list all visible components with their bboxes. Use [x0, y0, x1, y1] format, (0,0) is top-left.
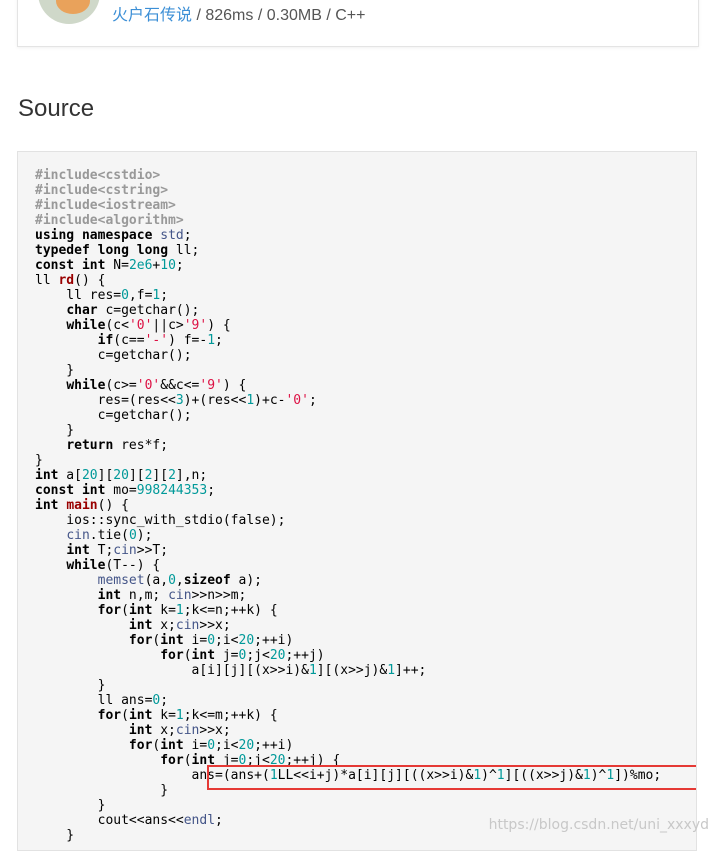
language: C++	[335, 7, 366, 24]
source-heading: Source	[18, 95, 95, 122]
code-line: for(int i=0;i<20;++i)	[128, 738, 294, 753]
watermark: https://blog.csdn.net/uni_xxxyd	[488, 817, 709, 833]
code-line: for(int i=0;i<20;++i)	[128, 633, 294, 648]
code-line: ios::sync_with_stdio(false);	[35, 513, 286, 528]
code-line: for(int k=1;k<=n;++k) {	[97, 603, 278, 618]
code-line: int n,m; cin>>n>>m;	[97, 588, 247, 603]
code-line: int T;cin>>T;	[66, 543, 169, 558]
code-line: memset(a,0,sizeof a);	[97, 573, 263, 588]
code-line: if(c=='-') f=-1;	[97, 333, 223, 348]
code-line: cout<<ans<<endl;	[35, 813, 223, 828]
code-line: while(c<'0'||c>'9') {	[66, 318, 231, 333]
code-line: using namespace std;	[35, 228, 192, 243]
code-line: const int N=2e6+10;	[35, 258, 184, 273]
code-line: cin.tie(0);	[66, 528, 153, 543]
code-line: }	[35, 363, 75, 378]
code-line: return res*f;	[66, 438, 169, 453]
code-line: }	[35, 783, 169, 798]
highlight-box	[207, 765, 696, 790]
code-line: res=(res<<3)+(res<<1)+c-'0';	[35, 393, 317, 408]
code-line: }	[35, 453, 43, 468]
code-line: c=getchar();	[35, 348, 192, 363]
code-line: int main() {	[35, 498, 129, 513]
code-line: }	[35, 678, 106, 693]
code-line: #include<cstdio>	[35, 168, 161, 183]
code-line: for(int j=0;j<20;++j)	[160, 648, 325, 663]
code-line: for(int k=1;k<=m;++k) {	[97, 708, 278, 723]
code-line: #include<cstring>	[35, 183, 169, 198]
code-line: int a[20][20][2][2],n;	[35, 468, 208, 483]
code-line: while(T--) {	[66, 558, 161, 573]
source-code: #include<cstdio> #include<cstring> #incl…	[35, 168, 661, 843]
meta-separator: /	[253, 7, 267, 24]
code-line: }	[35, 798, 106, 813]
code-line: int x;cin>>x;	[128, 618, 231, 633]
submission-meta: 火户石传说 / 826ms / 0.30MB / C++	[112, 1, 365, 25]
code-line: int x;cin>>x;	[128, 723, 231, 738]
code-line: ll ans=0;	[35, 693, 169, 708]
code-line: ll rd() {	[35, 273, 106, 288]
code-line: char c=getchar();	[66, 303, 200, 318]
code-line: ll res=0,f=1;	[35, 288, 169, 303]
code-line: }	[35, 423, 75, 438]
code-block[interactable]: #include<cstdio> #include<cstring> #incl…	[17, 151, 697, 851]
code-line: }	[35, 828, 75, 843]
memory-usage: 0.30MB	[266, 7, 322, 24]
code-line: #include<algorithm>	[35, 213, 184, 228]
run-time: 826ms	[205, 7, 254, 24]
code-line: c=getchar();	[35, 408, 192, 423]
meta-separator: /	[321, 7, 336, 24]
code-line: #include<iostream>	[35, 198, 176, 213]
username-link[interactable]: 火户石传说	[112, 7, 192, 24]
code-line: a[i][j][(x>>i)&1][(x>>j)&1]++;	[35, 663, 427, 678]
code-line: while(c>='0'&&c<='9') {	[66, 378, 247, 393]
code-line: typedef long long ll;	[35, 243, 200, 258]
code-line: const int mo=998244353;	[35, 483, 216, 498]
meta-separator: /	[192, 7, 206, 24]
